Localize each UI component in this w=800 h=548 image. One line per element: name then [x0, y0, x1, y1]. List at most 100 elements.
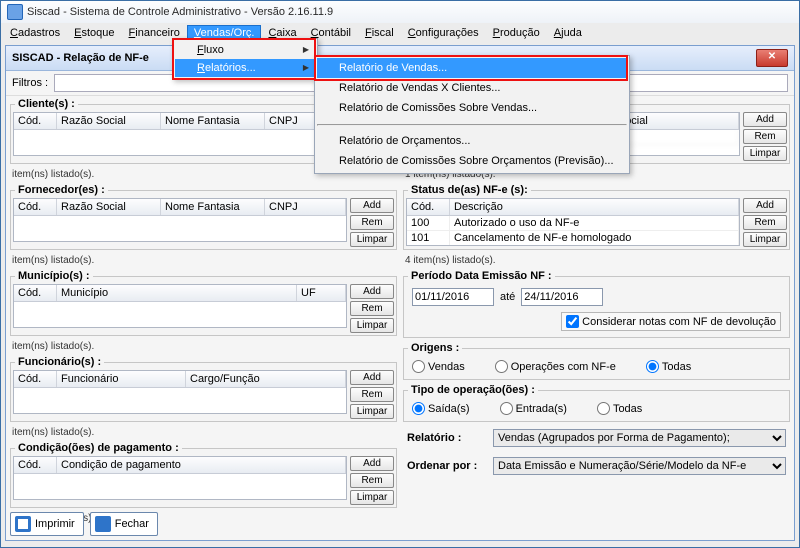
menu-item-relatrios[interactable]: Relatórios...	[175, 59, 315, 77]
col-header[interactable]: Nome Fantasia	[161, 113, 265, 129]
submenu-item-relatriodecomissessobreoramentospreviso[interactable]: Relatório de Comissões Sobre Orçamentos …	[317, 151, 627, 171]
radio-vendas[interactable]: Vendas	[412, 360, 465, 373]
radio-label: Entrada(s)	[516, 403, 567, 415]
col-header[interactable]: Cód.	[407, 199, 450, 215]
col-header[interactable]: Cód.	[14, 199, 57, 215]
funcionarios-limpar-button[interactable]: Limpar	[350, 404, 394, 419]
empresas-add-button[interactable]: Add	[743, 112, 787, 127]
municipios-rem-button[interactable]: Rem	[350, 301, 394, 316]
radio-input[interactable]	[646, 360, 659, 373]
group-municipios-legend: Município(s) :	[15, 270, 93, 282]
radio-todas[interactable]: Todas	[597, 402, 642, 415]
close-icon[interactable]: ✕	[756, 49, 788, 67]
col-header[interactable]: Condição de pagamento	[57, 457, 346, 473]
col-header[interactable]: CNPJ	[265, 199, 346, 215]
statusnfe-limpar-button[interactable]: Limpar	[743, 232, 787, 247]
table-row[interactable]: 100Autorizado o uso da NF-e	[407, 216, 739, 231]
periodo-ate-label: até	[500, 291, 515, 303]
fornecedores-rem-button[interactable]: Rem	[350, 215, 394, 230]
condpag-grid[interactable]: Cód.Condição de pagamento	[13, 456, 347, 500]
empresas-rem-button[interactable]: Rem	[743, 129, 787, 144]
group-statusnfe: Status de(as) NF-e (s): Cód.Descrição 10…	[403, 184, 790, 250]
group-tipoop-legend: Tipo de operação(ões) :	[408, 384, 538, 396]
funcionarios-rem-button[interactable]: Rem	[350, 387, 394, 402]
col-header[interactable]: Cód.	[14, 113, 57, 129]
funcionarios-status: item(ns) listado(s).	[10, 426, 397, 438]
statusnfe-add-button[interactable]: Add	[743, 198, 787, 213]
fechar-button[interactable]: Fechar	[90, 512, 158, 536]
col-header[interactable]: Cód.	[14, 371, 57, 387]
group-periodo: Período Data Emissão NF : até Considerar…	[403, 270, 790, 338]
col-header[interactable]: Nome Fantasia	[161, 199, 265, 215]
clientes-grid[interactable]: Cód.Razão SocialNome FantasiaCNPJ	[13, 112, 347, 156]
fornecedores-add-button[interactable]: Add	[350, 198, 394, 213]
condpag-rem-button[interactable]: Rem	[350, 473, 394, 488]
menu-produo[interactable]: Produção	[486, 25, 547, 41]
funcionarios-add-button[interactable]: Add	[350, 370, 394, 385]
app-titlebar: Siscad - Sistema de Controle Administrat…	[1, 1, 799, 23]
municipios-grid[interactable]: Cód.MunicípioUF	[13, 284, 347, 328]
col-header[interactable]: Cargo/Função	[186, 371, 346, 387]
inner-window-title: SISCAD - Relação de NF-e	[12, 52, 149, 64]
col-header[interactable]: Cód.	[14, 285, 57, 301]
group-funcionarios-legend: Funcionário(s) :	[15, 356, 104, 368]
radio-label: Operações com NF-e	[511, 361, 616, 373]
municipios-limpar-button[interactable]: Limpar	[350, 318, 394, 333]
considerar-devolucao-label: Considerar notas com NF de devolução	[582, 316, 776, 328]
radio-input[interactable]	[412, 360, 425, 373]
menu-fiscal[interactable]: Fiscal	[358, 25, 401, 41]
printer-icon	[15, 516, 31, 532]
radio-input[interactable]	[495, 360, 508, 373]
radio-label: Todas	[662, 361, 691, 373]
municipios-add-button[interactable]: Add	[350, 284, 394, 299]
submenu-item-relatriodevendas[interactable]: Relatório de Vendas...	[317, 58, 627, 78]
menu-ajuda[interactable]: Ajuda	[547, 25, 589, 41]
periodo-ate-input[interactable]	[521, 288, 603, 306]
condpag-add-button[interactable]: Add	[350, 456, 394, 471]
menu-configuraes[interactable]: Configurações	[401, 25, 486, 41]
radio-entradas[interactable]: Entrada(s)	[500, 402, 567, 415]
empresas-limpar-button[interactable]: Limpar	[743, 146, 787, 161]
vendas-menu[interactable]: FluxoRelatórios...	[172, 38, 318, 80]
statusnfe-grid[interactable]: Cód.Descrição 100Autorizado o uso da NF-…	[406, 198, 740, 246]
col-header[interactable]: UF	[297, 285, 346, 301]
submenu-item-relatriodecomissessobrevendas[interactable]: Relatório de Comissões Sobre Vendas...	[317, 98, 627, 118]
radio-operaescomnfe[interactable]: Operações com NF-e	[495, 360, 616, 373]
group-fornecedores: Fornecedor(es) : Cód.Razão SocialNome Fa…	[10, 184, 397, 250]
radio-sadas[interactable]: Saída(s)	[412, 402, 470, 415]
imprimir-label: Imprimir	[35, 518, 75, 530]
submenu-item-relatriodeoramentos[interactable]: Relatório de Orçamentos...	[317, 131, 627, 151]
radio-todas[interactable]: Todas	[646, 360, 691, 373]
submenu-item-relatriodevendasxclientes[interactable]: Relatório de Vendas X Clientes...	[317, 78, 627, 98]
considerar-devolucao-checkbox[interactable]	[566, 315, 579, 328]
fornecedores-limpar-button[interactable]: Limpar	[350, 232, 394, 247]
menubar: CadastrosEstoqueFinanceiroVendas/Orç.Cai…	[1, 23, 799, 43]
col-header[interactable]: Município	[57, 285, 297, 301]
imprimir-button[interactable]: Imprimir	[10, 512, 84, 536]
fechar-label: Fechar	[115, 518, 149, 530]
group-tipoop: Tipo de operação(ões) : Saída(s) Entrada(…	[403, 384, 790, 422]
ordenar-select[interactable]: Data Emissão e Numeração/Série/Modelo da…	[493, 457, 786, 475]
menu-estoque[interactable]: Estoque	[67, 25, 121, 41]
radio-input[interactable]	[412, 402, 425, 415]
periodo-de-input[interactable]	[412, 288, 494, 306]
relatorio-select[interactable]: Vendas (Agrupados por Forma de Pagamento…	[493, 429, 786, 447]
statusnfe-rem-button[interactable]: Rem	[743, 215, 787, 230]
col-header[interactable]: Funcionário	[57, 371, 186, 387]
radio-input[interactable]	[500, 402, 513, 415]
considerar-devolucao-check[interactable]: Considerar notas com NF de devolução	[561, 312, 781, 331]
condpag-limpar-button[interactable]: Limpar	[350, 490, 394, 505]
menu-item-fluxo[interactable]: Fluxo	[175, 41, 315, 59]
col-header[interactable]: Cód.	[14, 457, 57, 473]
col-header[interactable]: Descrição	[450, 199, 739, 215]
col-header[interactable]: Razão Social	[57, 113, 161, 129]
menu-cadastros[interactable]: Cadastros	[3, 25, 67, 41]
relatorios-submenu[interactable]: Relatório de Vendas...Relatório de Venda…	[314, 55, 630, 174]
group-fornecedores-legend: Fornecedor(es) :	[15, 184, 108, 196]
funcionarios-grid[interactable]: Cód.FuncionárioCargo/Função	[13, 370, 347, 414]
fornecedores-grid[interactable]: Cód.Razão SocialNome FantasiaCNPJ	[13, 198, 347, 242]
filtros-label: Filtros :	[12, 77, 48, 89]
radio-input[interactable]	[597, 402, 610, 415]
col-header[interactable]: Razão Social	[57, 199, 161, 215]
table-row[interactable]: 101Cancelamento de NF-e homologado	[407, 231, 739, 246]
